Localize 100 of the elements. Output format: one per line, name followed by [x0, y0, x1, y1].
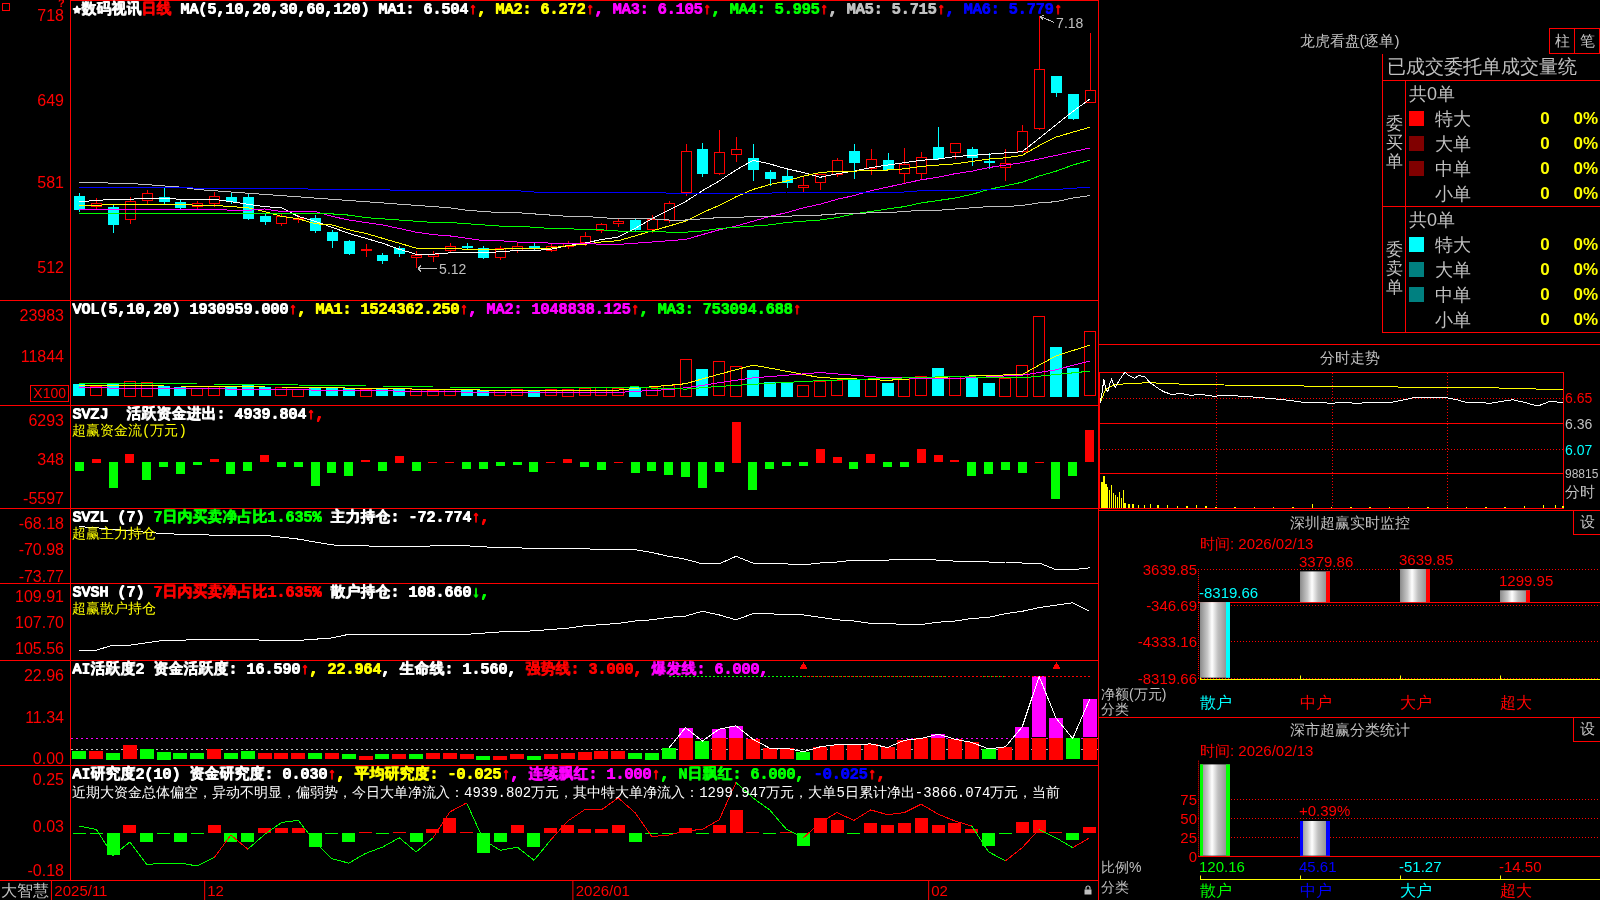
fund-flow-bar	[866, 454, 875, 463]
volume-bar	[579, 388, 591, 396]
count-value: 0	[1540, 133, 1550, 154]
activity-bar	[695, 741, 709, 759]
annotation: 5.12	[439, 260, 467, 277]
activity-bar	[998, 747, 1012, 760]
candlestick	[310, 214, 321, 234]
row-label: 特大	[1435, 107, 1471, 131]
axis-title: 净额(万元)	[1101, 686, 1167, 702]
fund-flow-bar	[109, 462, 118, 488]
volume-bar	[831, 380, 843, 396]
annotation: 7.18	[1056, 15, 1084, 32]
settings-button[interactable]: 设	[1573, 511, 1600, 535]
candlestick	[209, 191, 220, 208]
help-button[interactable]: ?	[58, 0, 65, 8]
view-toggle-button[interactable]: 柱	[1549, 28, 1575, 54]
fund-flow-bar	[159, 462, 168, 467]
volume-bar	[124, 381, 136, 397]
fund-flow-bar	[243, 462, 252, 471]
research-bar	[292, 828, 305, 833]
fund-flow-bar	[294, 462, 303, 467]
axis-label: 11844	[20, 348, 64, 365]
axis-label: 649	[37, 92, 64, 109]
activity-bar	[763, 748, 777, 759]
candlestick	[664, 200, 675, 223]
activity-bar	[207, 749, 221, 759]
fund-flow-bar	[462, 462, 471, 469]
fund-flow-bar	[580, 462, 589, 467]
price-scale-label: 6.36	[1565, 416, 1593, 432]
percent-value: 0%	[1573, 183, 1598, 204]
fund-flow-bar	[496, 462, 505, 466]
candlestick	[984, 152, 995, 170]
activity-bar	[291, 753, 305, 759]
percent-value: 0%	[1573, 133, 1598, 154]
category-label: 散户	[1200, 882, 1232, 899]
fund-flow-bar	[631, 462, 640, 473]
activity-bar	[359, 756, 373, 760]
fund-flow-bar	[732, 422, 741, 463]
axis-label: 348	[37, 452, 64, 469]
row-label: 小单	[1435, 182, 1471, 206]
value-label: 3639.85	[1399, 552, 1454, 568]
candlestick	[899, 147, 910, 184]
volume-bar	[814, 381, 826, 397]
research-bar	[527, 833, 540, 847]
volume-bar	[191, 388, 203, 396]
volume-bar	[865, 379, 877, 397]
research-bar	[932, 825, 945, 833]
date-label: 2025/11	[51, 881, 108, 900]
value-label: 3379.86	[1299, 553, 1354, 571]
activity-bar	[392, 754, 406, 759]
research-bar	[426, 829, 439, 833]
net-amount-bar	[1500, 590, 1530, 603]
value-label: -51.27	[1399, 858, 1442, 875]
fund-flow-bar	[378, 462, 387, 471]
candlestick	[495, 245, 506, 261]
activity-bar	[561, 753, 575, 759]
volume-bar	[225, 387, 237, 396]
research-bar	[898, 823, 911, 833]
volume-bar	[309, 387, 321, 396]
volume-bar	[999, 378, 1011, 397]
research-bar	[679, 828, 692, 833]
volume-bar	[629, 387, 641, 397]
candlestick	[226, 192, 237, 205]
indicator-legend: VOL(5,10,20) 1930959.000↑, MA1: 1524362.250↑, MA2: 1048838.125↑, MA3: 753094.688↑	[72, 302, 802, 318]
activity-bar	[409, 754, 423, 759]
row-label: 大单	[1435, 258, 1471, 282]
settings-button[interactable]: 设	[1573, 718, 1600, 742]
price-extreme-label: 5.12	[417, 260, 467, 277]
research-bar	[140, 833, 153, 842]
section-title: 深市超赢分类统计	[1289, 720, 1410, 740]
view-toggle-button[interactable]: 笔	[1574, 28, 1600, 54]
candlestick	[1085, 32, 1096, 104]
fund-flow-bar	[765, 462, 774, 469]
activity-bar	[628, 753, 642, 759]
axis-label: 109.91	[15, 588, 64, 605]
candlestick	[192, 200, 203, 211]
volume-bar	[1050, 347, 1062, 397]
research-bar	[831, 820, 844, 833]
value-label: -14.50	[1499, 858, 1542, 875]
activity-bar	[578, 752, 592, 760]
candlestick	[361, 243, 372, 258]
time-label: 时间: 2026/02/13	[1200, 535, 1314, 552]
fund-flow-bar	[226, 462, 235, 474]
volume-bar	[528, 391, 540, 397]
category-label: 大户	[1400, 694, 1432, 711]
axis-label: 75	[1180, 790, 1197, 808]
activity-bar	[173, 753, 187, 759]
candlestick	[798, 176, 809, 193]
axis-label: 22.96	[23, 668, 64, 685]
candlestick	[731, 136, 742, 162]
fund-flow-bar	[75, 462, 84, 471]
axis-label: 23983	[19, 307, 64, 324]
period-label: 分时	[1565, 484, 1595, 500]
research-bar	[881, 825, 894, 833]
activity-bar	[89, 751, 103, 759]
group-label: 委买单	[1385, 115, 1403, 172]
axis-label: 50	[1180, 809, 1197, 827]
volume-bar	[410, 389, 422, 396]
research-bar	[713, 825, 726, 833]
volume-bar	[275, 387, 287, 396]
